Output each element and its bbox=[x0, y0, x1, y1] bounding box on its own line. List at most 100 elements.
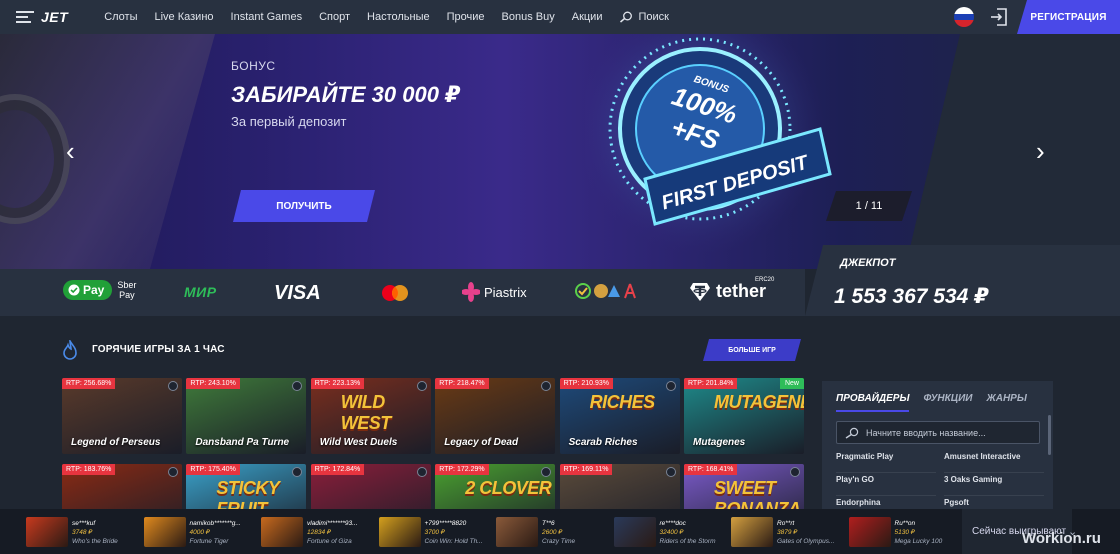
win-amount: 5130 ₽ bbox=[894, 528, 915, 536]
favorite-icon[interactable] bbox=[292, 467, 303, 477]
mastercard-logo bbox=[381, 284, 409, 302]
mir-logo: МИР bbox=[184, 284, 217, 300]
game-card[interactable]: RTP: 256.68% Legend of Perseus bbox=[62, 378, 182, 454]
tab-features[interactable]: ФУНКЦИИ bbox=[923, 393, 972, 412]
win-item[interactable]: re****doc 32400 ₽ Riders of the Storm bbox=[613, 516, 716, 548]
hero-right-panel bbox=[905, 34, 1120, 269]
nav-other[interactable]: Прочие bbox=[447, 11, 485, 23]
provider-item[interactable]: 3 Oaks Gaming bbox=[944, 474, 1044, 496]
nav-bonus-buy[interactable]: Bonus Buy bbox=[502, 11, 555, 23]
rtp-badge: RTP: 210.93% bbox=[559, 378, 613, 389]
providers-scrollbar[interactable] bbox=[1048, 415, 1051, 455]
win-item[interactable]: vladimi*******93... 12834 ₽ Fortune of Giz… bbox=[261, 516, 358, 548]
favorite-icon[interactable] bbox=[541, 381, 552, 391]
jackpot-label: ДЖЕКПОТ bbox=[840, 257, 896, 269]
rtp-badge: RTP: 172.84% bbox=[310, 464, 365, 475]
win-item[interactable]: +799*****8820 3700 ₽ Coin Win: Hold Th... bbox=[378, 516, 483, 548]
win-user: re****doc bbox=[659, 519, 686, 527]
piastrix-flower-icon bbox=[462, 282, 480, 302]
favorite-icon[interactable] bbox=[665, 467, 676, 477]
nav-search[interactable]: Поиск bbox=[619, 11, 669, 23]
nav-search-label: Поиск bbox=[638, 11, 669, 23]
win-item[interactable]: T**6 2600 ₽ Crazy Time bbox=[496, 516, 575, 548]
win-item[interactable]: Ru**on 5130 ₽ Mega Lucky 100 bbox=[848, 516, 942, 548]
win-game: Coin Win: Hold Th... bbox=[424, 537, 483, 545]
jackpot-value: 1 553 367 534 ₽ bbox=[834, 285, 989, 308]
favorite-icon[interactable] bbox=[168, 381, 178, 391]
piastrix-logo: Piastrix bbox=[462, 282, 527, 302]
game-name: Scarab Riches bbox=[568, 437, 638, 448]
nav-live-casino[interactable]: Live Казино bbox=[155, 11, 214, 23]
visa-logo: VISA bbox=[274, 282, 321, 304]
search-icon bbox=[845, 427, 859, 439]
provider-search-input[interactable]: Начните вводить название... bbox=[836, 421, 1040, 444]
win-user: T**6 bbox=[542, 519, 555, 527]
prev-slide-icon[interactable]: ‹ bbox=[66, 138, 75, 164]
nav-instant-games[interactable]: Instant Games bbox=[231, 11, 303, 23]
win-item[interactable]: se***kuf 3748 ₽ Who's the Bride bbox=[26, 516, 118, 548]
register-button[interactable]: РЕГИСТРАЦИЯ bbox=[1017, 0, 1120, 34]
favorite-icon[interactable] bbox=[790, 467, 800, 477]
game-card[interactable]: RTP: 223.13% WILD WEST Wild West Duels bbox=[310, 378, 431, 454]
language-flag-icon[interactable] bbox=[954, 7, 974, 27]
nav-slots[interactable]: Слоты bbox=[104, 11, 137, 23]
win-game: Fortune Tiger bbox=[189, 537, 229, 545]
piastrix-text: Piastrix bbox=[484, 284, 527, 300]
next-slide-icon[interactable]: › bbox=[1036, 138, 1045, 164]
win-amount: 4000 ₽ bbox=[189, 528, 210, 536]
fire-icon bbox=[63, 340, 77, 360]
favorite-icon[interactable] bbox=[416, 381, 427, 391]
favorite-icon[interactable] bbox=[416, 467, 427, 477]
win-game: Riders of the Storm bbox=[659, 537, 716, 545]
hero-title: ЗАБИРАЙТЕ 30 000 ₽ bbox=[231, 82, 461, 107]
tab-genres[interactable]: ЖАНРЫ bbox=[986, 393, 1026, 412]
nav-table-games[interactable]: Настольные bbox=[367, 11, 430, 23]
nav-promotions[interactable]: Акции bbox=[572, 11, 603, 23]
favorite-icon[interactable] bbox=[292, 381, 303, 391]
sberpay-line2: Pay bbox=[119, 290, 135, 300]
bonus-badge-image: BONUS 100% +FS FIRST DEPOSIT bbox=[585, 34, 832, 254]
sbp-logos bbox=[574, 281, 640, 305]
win-item[interactable]: Ro**rt 3879 ₽ Gates of Olympus... bbox=[731, 516, 834, 548]
rtp-badge: RTP: 223.13% bbox=[310, 378, 365, 389]
hot-games-title: ГОРЯЧИЕ ИГРЫ ЗА 1 ЧАС bbox=[92, 344, 225, 355]
game-card[interactable]: RTP: 210.93% RICHES Scarab Riches bbox=[559, 378, 680, 454]
provider-item[interactable]: Pragmatic Play bbox=[836, 451, 936, 473]
rtp-badge: RTP: 169.11% bbox=[559, 464, 613, 475]
logo[interactable]: JET bbox=[41, 9, 68, 25]
nav-sport[interactable]: Спорт bbox=[319, 11, 350, 23]
sberpay-logo: Pay Sber Pay bbox=[63, 280, 136, 300]
game-card[interactable]: RTP: 243.10% Dansband Pa Turne bbox=[186, 378, 307, 454]
menu-icon[interactable] bbox=[16, 11, 34, 23]
game-name: Legacy of Dead bbox=[444, 437, 519, 448]
hero-banner: BONUS 100% +FS FIRST DEPOSIT БОНУС ЗАБИР… bbox=[0, 34, 1120, 269]
win-user: +799*****8820 bbox=[424, 519, 467, 527]
login-icon[interactable] bbox=[990, 7, 1008, 27]
get-bonus-button[interactable]: ПОЛУЧИТЬ bbox=[233, 190, 375, 222]
win-game-thumbnail bbox=[261, 517, 303, 547]
game-name: Mutagenes bbox=[693, 437, 746, 448]
game-card[interactable]: RTP: 218.47% Legacy of Dead bbox=[435, 378, 556, 454]
game-art-title: WILD WEST bbox=[340, 392, 392, 433]
favorite-icon[interactable] bbox=[541, 467, 552, 477]
provider-item[interactable]: Amusnet Interactive bbox=[944, 451, 1044, 473]
hero-subtitle: За первый депозит bbox=[231, 114, 347, 129]
game-card[interactable]: RTP: 201.84% New MUTAGENES Mutagenes bbox=[684, 378, 804, 454]
win-item[interactable]: namikob*******g... 4000 ₽ Fortune Tiger bbox=[143, 516, 241, 548]
favorite-icon[interactable] bbox=[665, 381, 676, 391]
provider-item[interactable]: Play'n GO bbox=[836, 474, 936, 496]
payment-methods: Pay Sber Pay МИР VISA Piastrix tether ER… bbox=[0, 269, 805, 316]
rtp-badge: RTP: 175.40% bbox=[186, 464, 240, 475]
rtp-badge: RTP: 183.76% bbox=[62, 464, 116, 475]
win-game-thumbnail bbox=[143, 517, 186, 547]
tab-providers[interactable]: ПРОВАЙДЕРЫ bbox=[836, 393, 910, 412]
game-art-title: MUTAGENES bbox=[714, 392, 804, 412]
game-art-title: RICHES bbox=[589, 392, 656, 412]
rtp-badge: RTP: 243.10% bbox=[186, 378, 240, 389]
top-bar: JET Слоты Live Казино Instant Games Спор… bbox=[0, 0, 1120, 34]
favorite-icon[interactable] bbox=[168, 467, 178, 477]
win-amount: 3700 ₽ bbox=[424, 528, 445, 536]
roulette-wheel-image bbox=[0, 94, 70, 224]
more-games-button[interactable]: БОЛЬШЕ ИГР bbox=[703, 339, 801, 361]
game-art-title: 2 CLOVER bbox=[465, 478, 552, 498]
